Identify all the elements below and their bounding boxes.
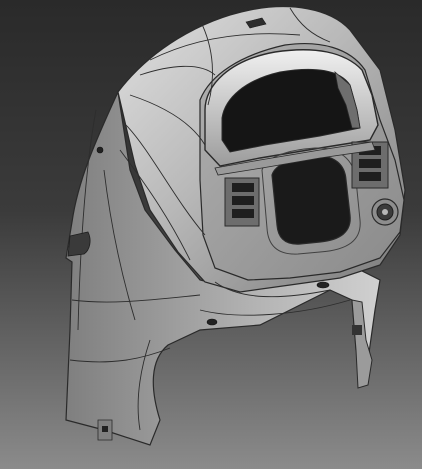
left-switch-panel [224,177,260,227]
model-render [65,6,406,446]
ignition-knob-icon [371,198,399,226]
center-cutout [271,155,351,245]
bracket-tab [352,325,362,335]
bottom-clip-slot [102,426,108,432]
cad-viewport[interactable] [0,0,422,469]
